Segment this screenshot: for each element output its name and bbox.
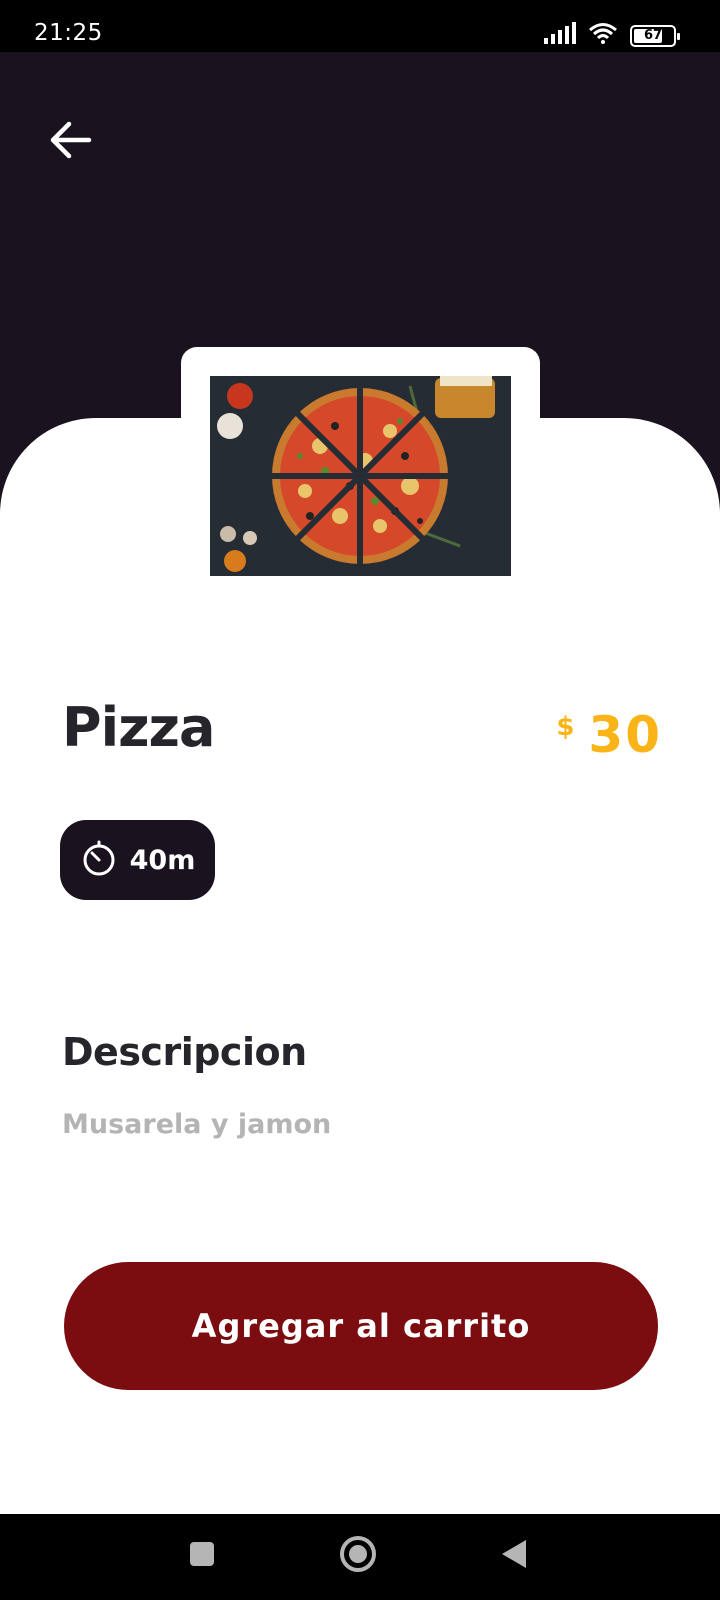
back-triangle-icon xyxy=(499,1538,529,1575)
back-button[interactable] xyxy=(40,112,100,172)
product-image xyxy=(210,376,511,576)
status-icons: 67 xyxy=(544,22,680,49)
home-circle-icon xyxy=(338,1534,378,1579)
product-name: Pizza xyxy=(62,696,215,759)
nav-bar xyxy=(0,1514,720,1600)
prep-time: 40m xyxy=(129,844,196,876)
price-value: 30 xyxy=(588,706,662,764)
status-time: 21:25 xyxy=(34,20,103,46)
add-to-cart-button[interactable]: Agregar al carrito xyxy=(64,1262,658,1390)
signal-icon xyxy=(544,22,576,49)
timer-icon xyxy=(80,839,118,882)
recents-square-icon xyxy=(188,1540,216,1573)
product-price: $ 30 xyxy=(556,706,662,764)
prep-time-badge: 40m xyxy=(60,820,215,900)
arrow-left-icon xyxy=(47,120,93,165)
recents-button[interactable] xyxy=(180,1534,224,1578)
battery-icon: 67 xyxy=(630,24,680,47)
system-back-button[interactable] xyxy=(492,1534,536,1578)
description-text: Musarela y jamon xyxy=(62,1109,332,1140)
home-button[interactable] xyxy=(336,1534,380,1578)
description-title: Descripcion xyxy=(62,1030,307,1074)
price-currency: $ xyxy=(556,712,575,742)
wifi-icon xyxy=(588,22,618,49)
status-bar: 21:25 67 xyxy=(0,0,720,52)
battery-level: 67 xyxy=(643,28,663,43)
